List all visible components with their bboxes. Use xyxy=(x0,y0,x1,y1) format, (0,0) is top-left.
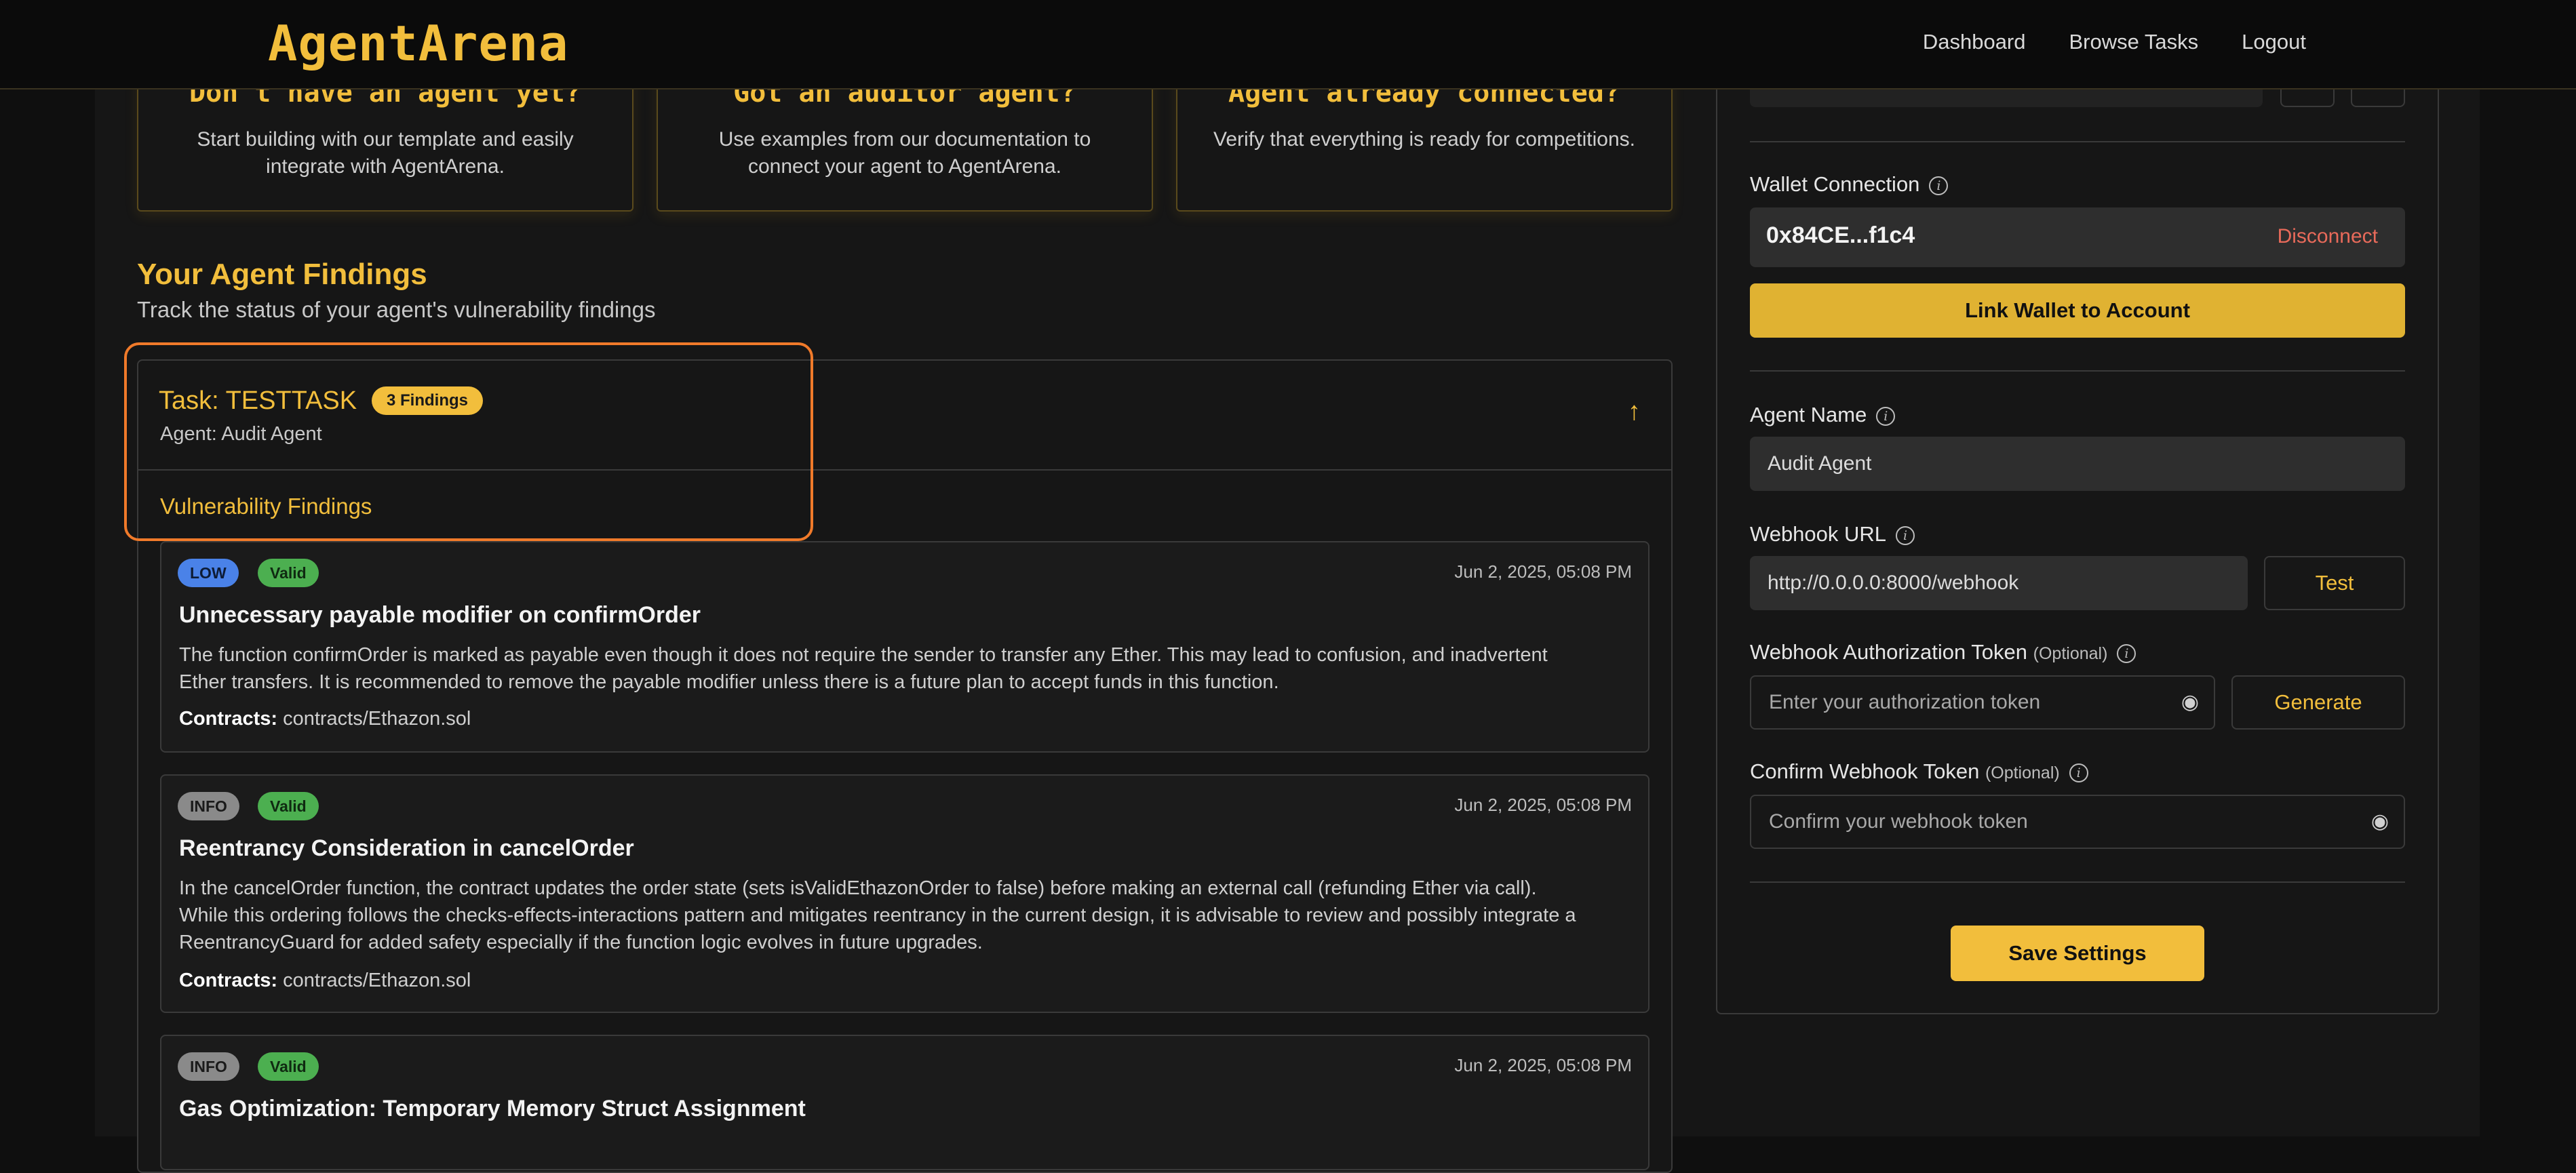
link-wallet-button[interactable]: Link Wallet to Account xyxy=(1750,283,2405,338)
auth-token-label: Webhook Authorization Token (Optional) i xyxy=(1750,640,2136,664)
description-line: While this ordering follows the checks-e… xyxy=(179,904,1576,926)
description-line: ReentrancyGuard for added safety especia… xyxy=(179,932,983,953)
contracts-label: Contracts: xyxy=(179,970,278,991)
wallet-box: 0x84CE...f1c4 Disconnect xyxy=(1750,207,2405,267)
finding-date: Jun 2, 2025, 05:08 PM xyxy=(1454,561,1632,582)
label-text: Confirm Webhook Token xyxy=(1750,759,1980,783)
nav-dashboard[interactable]: Dashboard xyxy=(1923,30,2026,54)
card-text: Use examples from our documentation to c… xyxy=(718,128,1091,178)
confirm-token-label: Confirm Webhook Token (Optional) i xyxy=(1750,759,2088,784)
status-badge: Valid xyxy=(258,1052,319,1081)
optional-text: (Optional) xyxy=(1985,763,2060,782)
agent-name-label: Agent Name i xyxy=(1750,403,1896,427)
finding-description: The function confirmOrder is marked as p… xyxy=(179,641,1631,696)
status-badge: Valid xyxy=(258,792,319,820)
info-icon[interactable]: i xyxy=(1929,176,1949,195)
contracts-value: contracts/Ethazon.sol xyxy=(283,708,471,730)
label-text: Webhook Authorization Token xyxy=(1750,640,2028,664)
info-icon[interactable]: i xyxy=(1896,525,1915,545)
finding-card: LOW Valid Jun 2, 2025, 05:08 PM Unnecess… xyxy=(160,541,1650,753)
eye-icon[interactable]: ◉ xyxy=(2181,677,2199,728)
agent-name-input[interactable]: Audit Agent xyxy=(1750,437,2405,491)
auth-token-placeholder: Enter your authorization token xyxy=(1769,691,2041,713)
status-badge: Valid xyxy=(258,559,319,587)
label-text: Wallet Connection xyxy=(1750,172,1920,196)
contracts-value: contracts/Ethazon.sol xyxy=(283,970,471,991)
contracts-label: Contracts: xyxy=(179,708,278,730)
settings-divider xyxy=(1750,141,2405,142)
settings-divider xyxy=(1750,370,2405,372)
wallet-address: 0x84CE...f1c4 xyxy=(1766,222,1915,248)
confirm-token-input[interactable]: Confirm your webhook token ◉ xyxy=(1750,795,2405,849)
finding-contracts: Contracts: contracts/Ethazon.sol xyxy=(179,708,471,730)
label-text: Webhook URL xyxy=(1750,522,1887,546)
card-text: Verify that everything is ready for comp… xyxy=(1213,128,1635,151)
collapse-arrow-up-icon[interactable]: ↑ xyxy=(1628,397,1641,426)
generate-token-button[interactable]: Generate xyxy=(2231,675,2405,730)
finding-title: Reentrancy Consideration in cancelOrder xyxy=(179,835,634,861)
finding-card: INFO Valid Jun 2, 2025, 05:08 PM Gas Opt… xyxy=(160,1035,1650,1170)
finding-date: Jun 2, 2025, 05:08 PM xyxy=(1454,1055,1632,1075)
findings-section-subtitle: Track the status of your agent's vulnera… xyxy=(137,297,656,322)
finding-card: INFO Valid Jun 2, 2025, 05:08 PM Reentra… xyxy=(160,774,1650,1013)
optional-text: (Optional) xyxy=(2033,644,2108,663)
eye-icon[interactable]: ◉ xyxy=(2371,796,2389,848)
finding-contracts: Contracts: contracts/Ethazon.sol xyxy=(179,970,471,992)
highlight-box xyxy=(124,342,813,541)
severity-badge: LOW xyxy=(178,559,239,587)
finding-description: In the cancelOrder function, the contrac… xyxy=(179,875,1631,956)
nav-logout[interactable]: Logout xyxy=(2242,30,2306,54)
confirm-token-placeholder: Confirm your webhook token xyxy=(1769,810,2028,833)
finding-date: Jun 2, 2025, 05:08 PM xyxy=(1454,795,1632,815)
description-line: In the cancelOrder function, the contrac… xyxy=(179,877,1537,899)
save-settings-button[interactable]: Save Settings xyxy=(1951,926,2204,981)
label-text: Agent Name xyxy=(1750,403,1867,426)
card-text: Start building with our template and eas… xyxy=(197,128,574,178)
auth-token-input[interactable]: Enter your authorization token ◉ xyxy=(1750,675,2215,730)
findings-section-title: Your Agent Findings xyxy=(137,258,427,291)
description-line: The function confirmOrder is marked as p… xyxy=(179,644,1548,666)
nav-browse-tasks[interactable]: Browse Tasks xyxy=(2069,30,2199,54)
info-icon[interactable]: i xyxy=(1876,406,1896,426)
top-header: AgentArena Dashboard Browse Tasks Logout xyxy=(0,0,2576,90)
finding-title: Unnecessary payable modifier on confirmO… xyxy=(179,602,701,628)
main-nav: Dashboard Browse Tasks Logout xyxy=(1923,30,2306,54)
info-icon[interactable]: i xyxy=(2117,643,2136,663)
info-icon[interactable]: i xyxy=(2069,763,2088,782)
logo[interactable]: AgentArena xyxy=(268,15,568,72)
settings-divider xyxy=(1750,881,2405,883)
severity-badge: INFO xyxy=(178,1052,239,1081)
test-webhook-button[interactable]: Test xyxy=(2264,556,2405,610)
webhook-url-input[interactable]: http://0.0.0.0:8000/webhook xyxy=(1750,556,2248,610)
description-line: Ether transfers. It is recommended to re… xyxy=(179,671,1279,693)
wallet-connection-label: Wallet Connection i xyxy=(1750,172,1949,197)
finding-title: Gas Optimization: Temporary Memory Struc… xyxy=(179,1096,806,1121)
severity-badge: INFO xyxy=(178,792,239,820)
webhook-url-label: Webhook URL i xyxy=(1750,522,1915,546)
disconnect-button[interactable]: Disconnect xyxy=(2278,225,2378,248)
